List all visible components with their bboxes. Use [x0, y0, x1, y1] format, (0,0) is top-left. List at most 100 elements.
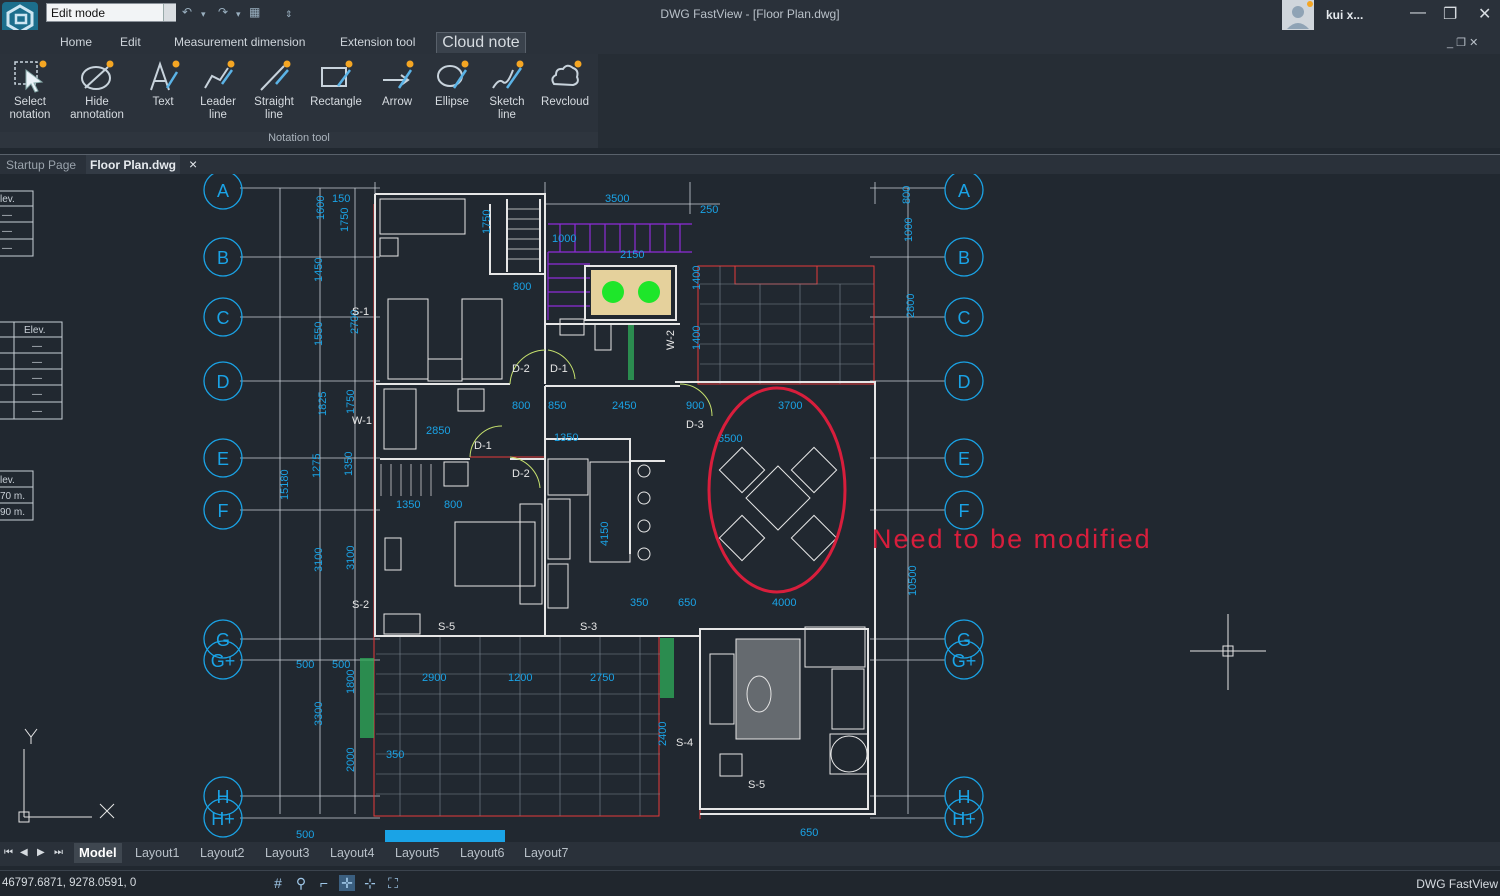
- stair-treads: [380, 208, 540, 496]
- door-swings: [469, 349, 713, 489]
- tab-layout1[interactable]: Layout1: [135, 846, 179, 860]
- legend-3-row: 70 m.: [0, 491, 25, 502]
- dim-text: 350: [386, 749, 404, 761]
- arrow-label: Arrow: [381, 96, 413, 108]
- tab-home[interactable]: Home: [60, 35, 92, 49]
- tab-layout7[interactable]: Layout7: [524, 846, 568, 860]
- leader-line-label-2: line: [209, 109, 227, 121]
- element-label: S-4: [676, 737, 693, 749]
- dim-text: 2450: [612, 400, 636, 412]
- doc-tab-close-icon[interactable]: ×: [189, 156, 197, 172]
- dim-text: 3300: [313, 702, 325, 726]
- next-layout-icon[interactable]: ▶: [37, 847, 45, 858]
- tab-cloud-note[interactable]: Cloud note: [436, 32, 526, 53]
- dim-text: 500: [332, 659, 350, 671]
- rectangle-button[interactable]: Rectangle: [306, 56, 366, 132]
- tab-layout2[interactable]: Layout2: [200, 846, 244, 860]
- document-tab-bar: Startup Page Floor Plan.dwg ×: [0, 154, 1500, 175]
- dim-text: 1275: [311, 454, 323, 478]
- dim-text: 1600: [315, 196, 327, 220]
- dim-text: 2400: [657, 722, 669, 746]
- prev-layout-icon[interactable]: ◀: [20, 847, 28, 858]
- grid-toggle-icon[interactable]: #: [270, 875, 286, 891]
- ribbon-group-label: Notation tool: [0, 132, 598, 148]
- dim-text: 1350: [554, 432, 578, 444]
- minimize-icon[interactable]: —: [1410, 4, 1426, 22]
- tab-model[interactable]: Model: [74, 843, 122, 863]
- leader-line-icon: [204, 60, 235, 89]
- dim-text: 800: [444, 499, 462, 511]
- dim-text: 3700: [778, 400, 802, 412]
- tab-startup-page[interactable]: Startup Page: [6, 158, 76, 172]
- straight-line-label: Straight: [254, 96, 294, 108]
- dim-text: 1000: [903, 218, 915, 242]
- close-icon[interactable]: ✕: [1478, 4, 1491, 24]
- tab-edit[interactable]: Edit: [120, 35, 141, 49]
- arrow-button[interactable]: Arrow: [367, 56, 427, 132]
- tab-layout5[interactable]: Layout5: [395, 846, 439, 860]
- grid-label-left: E: [217, 449, 229, 469]
- layout-tab-bar: ⏮ ◀ ▶ ⏭ Model Layout1 Layout2 Layout3 La…: [0, 842, 1500, 866]
- tab-layout4[interactable]: Layout4: [330, 846, 374, 860]
- text-label: Text: [152, 96, 174, 108]
- select-notation-button[interactable]: Select notation: [0, 56, 60, 132]
- select-notation-label: Select: [14, 96, 46, 108]
- sketch-line-button[interactable]: Sketch line: [477, 56, 537, 132]
- element-label: S-1: [352, 306, 369, 318]
- dim-text: 1450: [313, 258, 325, 282]
- fullscreen-icon[interactable]: ⛶: [385, 875, 401, 891]
- leader-line-button[interactable]: Leader line: [188, 56, 248, 132]
- grid-label-left: H+: [211, 809, 235, 829]
- legend-3-row: 90 m.: [0, 507, 25, 518]
- legend-2-header: Elev.: [24, 325, 46, 336]
- grid-label-left: C: [217, 308, 230, 328]
- tab-floor-plan[interactable]: Floor Plan.dwg: [86, 155, 180, 175]
- ellipse-label: Ellipse: [435, 96, 469, 108]
- element-label: S-5: [438, 621, 455, 633]
- coordinate-readout: 46797.6871, 9278.0591, 0: [2, 877, 137, 889]
- user-name[interactable]: kui x...: [1326, 8, 1363, 22]
- tab-measurement-dimension[interactable]: Measurement dimension: [174, 35, 305, 49]
- doc-minimize-icon[interactable]: _ ❐ ✕: [1447, 36, 1478, 49]
- tab-layout3[interactable]: Layout3: [265, 846, 309, 860]
- dim-text: 1000: [552, 233, 576, 245]
- dim-text: 15180: [279, 469, 291, 500]
- snap-icon[interactable]: ✛: [339, 875, 355, 891]
- dim-text: 1400: [691, 266, 703, 290]
- text-icon: [150, 60, 180, 91]
- legend-3-header: lev.: [0, 475, 15, 486]
- legend-1-row: —: [2, 226, 12, 237]
- text-button[interactable]: Text: [133, 56, 193, 132]
- annotation-text[interactable]: Need to be modified: [872, 524, 1152, 554]
- window-title: DWG FastView - [Floor Plan.dwg]: [660, 7, 840, 21]
- floor-plan-drawing[interactable]: lev. — — — Elev. — — — — — lev. 70 m. 90…: [0, 170, 1500, 842]
- grid-label-left: G+: [211, 651, 236, 671]
- straight-line-label-2: line: [265, 109, 283, 121]
- tab-extension-tool[interactable]: Extension tool: [340, 35, 415, 49]
- revcloud-button[interactable]: Revcloud: [535, 56, 595, 132]
- arrow-icon: [383, 60, 414, 89]
- user-avatar[interactable]: [1282, 0, 1314, 30]
- legend-2-row: —: [32, 341, 42, 352]
- drawing-canvas[interactable]: lev. — — — Elev. — — — — — lev. 70 m. 90…: [0, 170, 1500, 842]
- legend-1-row: —: [2, 210, 12, 221]
- polar-icon[interactable]: ⊹: [362, 875, 378, 891]
- ortho-icon[interactable]: ⌐: [316, 875, 332, 891]
- dim-text: 650: [800, 827, 818, 839]
- straight-line-button[interactable]: Straight line: [244, 56, 304, 132]
- annotation-ellipse[interactable]: [707, 386, 847, 594]
- tab-layout6[interactable]: Layout6: [460, 846, 504, 860]
- hide-annotation-button[interactable]: Hide annotation: [67, 56, 127, 132]
- last-layout-icon[interactable]: ⏭: [54, 847, 63, 858]
- ellipse-button[interactable]: Ellipse: [422, 56, 482, 132]
- zoom-icon[interactable]: ⚲: [293, 875, 309, 891]
- select-notation-label-2: notation: [9, 109, 51, 121]
- first-layout-icon[interactable]: ⏮: [4, 847, 13, 858]
- dim-text: 2900: [422, 672, 446, 684]
- maximize-icon[interactable]: ❐: [1443, 4, 1457, 24]
- grid-label-left: H: [217, 787, 230, 807]
- dim-text: 1350: [343, 452, 355, 476]
- dim-text: 800: [901, 186, 913, 204]
- dim-text: 650: [678, 597, 696, 609]
- dim-text: 800: [513, 281, 531, 293]
